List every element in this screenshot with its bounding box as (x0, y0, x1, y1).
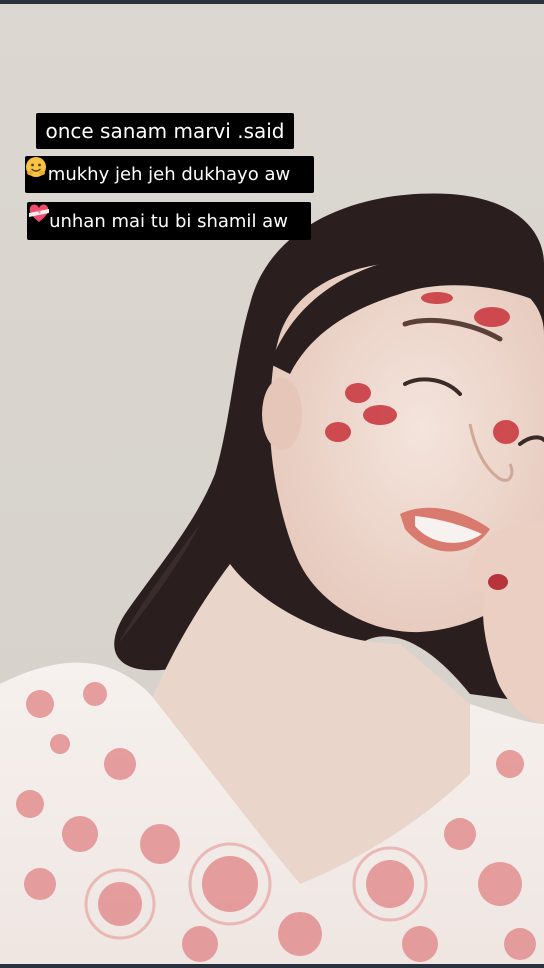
bottom-edge-bar (0, 964, 544, 968)
caption-text-2: mukhy jeh jeh dukhayo aw (47, 164, 291, 185)
selfie-photo: once sanam marvi .said mukhy jeh jeh duk… (0, 4, 544, 964)
caption-line-2: mukhy jeh jeh dukhayo aw (25, 156, 314, 193)
caption-text-3: unhan mai tu bi shamil aw (49, 210, 288, 232)
video-frame: once sanam marvi .said mukhy jeh jeh duk… (0, 0, 544, 968)
caption-text-1: once sanam marvi .said (45, 119, 285, 143)
caption-line-1: once sanam marvi .said (36, 113, 294, 149)
ear (262, 378, 302, 450)
caption-line-3: unhan mai tu bi shamil aw (27, 202, 311, 240)
